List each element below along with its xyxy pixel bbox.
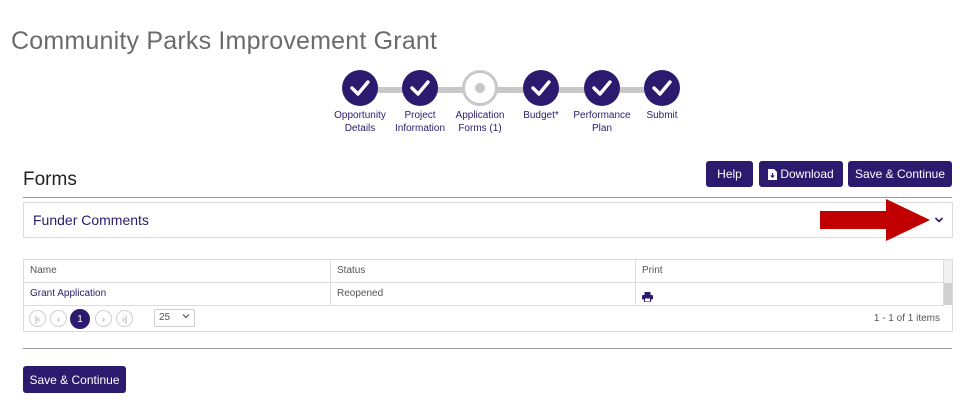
- table-row: Grant Application Reopened: [24, 283, 944, 306]
- step-performance-plan[interactable]: Performance Plan: [571, 70, 633, 135]
- step-submit[interactable]: Submit: [631, 70, 693, 123]
- step-label: Opportunity Details: [334, 110, 386, 134]
- help-button[interactable]: Help: [706, 161, 753, 187]
- pager: |‹ ‹ 1 › ›| 25 1 - 1 of 1 items: [24, 306, 952, 332]
- step-label: Application Forms (1): [455, 110, 505, 134]
- page-size-value: 25: [159, 312, 171, 323]
- page-button-current[interactable]: 1: [70, 309, 90, 329]
- help-button-label: Help: [717, 167, 742, 181]
- section-title: Forms: [23, 169, 77, 190]
- column-header-print[interactable]: Print: [635, 260, 946, 282]
- step-opportunity-details[interactable]: Opportunity Details: [329, 70, 391, 135]
- check-icon: [523, 70, 559, 106]
- grid-header: Name Status Print: [24, 260, 944, 283]
- step-label: Project Information: [394, 110, 446, 134]
- annotation-arrow-icon: [820, 199, 930, 241]
- column-header-status[interactable]: Status: [330, 260, 635, 282]
- page-title: Community Parks Improvement Grant: [11, 27, 438, 55]
- chevron-down-icon: [182, 310, 190, 326]
- check-icon: [644, 70, 680, 106]
- save-continue-label: Save & Continue: [29, 372, 120, 387]
- progress-stepper: Opportunity Details Project Information Ap…: [329, 70, 689, 140]
- forms-grid: Name Status Print Grant Application Reop…: [23, 259, 953, 332]
- chevron-down-icon[interactable]: [934, 212, 944, 230]
- first-page-icon[interactable]: |‹: [29, 310, 46, 327]
- step-project-information[interactable]: Project Information: [389, 70, 451, 135]
- grid-scrollbar[interactable]: [943, 260, 952, 305]
- divider: [23, 348, 952, 349]
- step-budget[interactable]: Budget*: [510, 70, 572, 123]
- prev-page-icon[interactable]: ‹: [50, 310, 67, 327]
- divider: [23, 197, 952, 198]
- last-page-icon[interactable]: ›|: [116, 310, 133, 327]
- form-status: Reopened: [330, 283, 635, 305]
- current-step-icon: [462, 70, 498, 106]
- download-button-label: Download: [780, 167, 834, 181]
- footer-save-continue-button[interactable]: Save & Continue: [23, 366, 126, 393]
- form-name-link[interactable]: Grant Application: [24, 283, 330, 305]
- funder-comments-panel[interactable]: Funder Comments: [23, 202, 953, 238]
- check-icon: [584, 70, 620, 106]
- step-label: Performance Plan: [573, 110, 631, 134]
- column-header-name[interactable]: Name: [24, 260, 330, 282]
- step-application-forms[interactable]: Application Forms (1): [449, 70, 511, 135]
- check-icon: [402, 70, 438, 106]
- file-download-icon: [768, 168, 778, 180]
- step-label: Budget*: [523, 110, 559, 121]
- download-button[interactable]: Download: [759, 161, 843, 187]
- print-cell: [635, 283, 946, 305]
- step-label: Submit: [646, 110, 678, 121]
- panel-title: Funder Comments: [33, 212, 149, 228]
- next-page-icon[interactable]: ›: [95, 310, 112, 327]
- check-icon: [342, 70, 378, 106]
- pager-info: 1 - 1 of 1 items: [873, 313, 940, 324]
- save-continue-label: Save & Continue: [854, 167, 946, 181]
- page-size-select[interactable]: 25: [154, 309, 195, 327]
- save-continue-button[interactable]: Save & Continue: [848, 161, 952, 187]
